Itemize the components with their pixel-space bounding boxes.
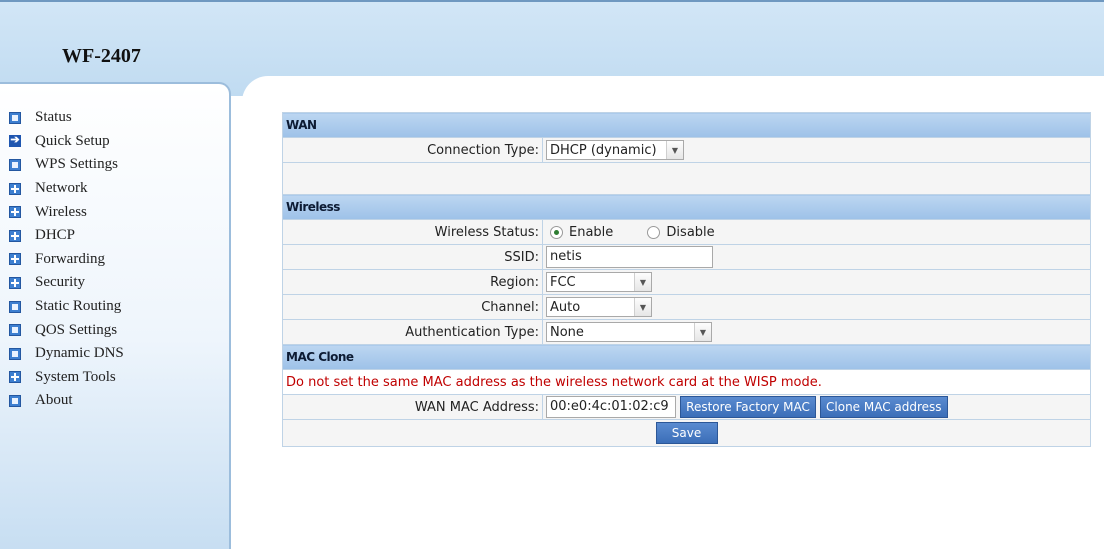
wan-mac-cell: 00:e0:4c:01:02:c9 Restore Factory MAC Cl… — [542, 394, 1091, 420]
section-title: MAC Clone — [282, 344, 1091, 370]
plus-icon — [9, 206, 21, 219]
authentication-select[interactable]: None ▼ — [546, 322, 712, 342]
sidebar-item-about[interactable]: About — [9, 389, 124, 413]
disable-radio[interactable] — [647, 225, 661, 239]
wireless-status-cell: Enable Disable — [542, 219, 1091, 245]
ssid-input[interactable]: netis — [546, 246, 713, 268]
square-icon — [9, 158, 21, 171]
sidebar-item-quick-setup[interactable]: ➔ Quick Setup — [9, 130, 124, 154]
sidebar-menu: Status ➔ Quick Setup WPS Settings Network… — [9, 106, 124, 413]
sidebar-item-label: Quick Setup — [35, 132, 110, 149]
mac-clone-warning-row: Do not set the same MAC address as the w… — [282, 369, 1091, 395]
region-cell: FCC ▼ — [542, 269, 1091, 295]
sidebar-item-label: QOS Settings — [35, 321, 118, 338]
spacer-row — [282, 162, 1091, 195]
channel-value: Auto — [550, 299, 581, 315]
authentication-value: None — [550, 324, 584, 340]
sidebar-item-static-routing[interactable]: Static Routing — [9, 295, 124, 319]
sidebar-item-label: Status — [35, 109, 72, 126]
sidebar-item-dhcp[interactable]: DHCP — [9, 224, 124, 248]
chevron-down-icon: ▼ — [666, 141, 683, 159]
channel-label: Channel: — [282, 294, 543, 320]
chevron-down-icon: ▼ — [634, 298, 651, 316]
sidebar-item-label: About — [35, 392, 73, 409]
sidebar-item-system-tools[interactable]: System Tools — [9, 366, 124, 390]
sidebar-item-wireless[interactable]: Wireless — [9, 200, 124, 224]
sidebar: Status ➔ Quick Setup WPS Settings Network… — [0, 82, 231, 549]
ssid-row: SSID: netis — [282, 244, 1091, 270]
square-icon — [9, 324, 21, 337]
sidebar-item-dynamic-dns[interactable]: Dynamic DNS — [9, 342, 124, 366]
plus-icon — [9, 371, 21, 384]
channel-cell: Auto ▼ — [542, 294, 1091, 320]
enable-radio[interactable] — [550, 225, 563, 239]
region-row: Region: FCC ▼ — [282, 269, 1091, 295]
wan-mac-input[interactable]: 00:e0:4c:01:02:c9 — [546, 396, 676, 418]
enable-label: Enable — [569, 224, 614, 240]
sidebar-item-label: Security — [35, 274, 85, 291]
sidebar-item-label: Dynamic DNS — [35, 345, 124, 362]
arrow-icon: ➔ — [9, 134, 21, 148]
sidebar-item-label: Forwarding — [35, 250, 105, 267]
authentication-row: Authentication Type: None ▼ — [282, 319, 1091, 345]
restore-factory-mac-button[interactable]: Restore Factory MAC — [680, 396, 816, 418]
sidebar-item-status[interactable]: Status — [9, 106, 124, 130]
region-select[interactable]: FCC ▼ — [546, 272, 652, 292]
clone-mac-button[interactable]: Clone MAC address — [820, 396, 948, 418]
sidebar-item-wps-settings[interactable]: WPS Settings — [9, 153, 124, 177]
chevron-down-icon: ▼ — [634, 273, 651, 291]
wireless-status-label: Wireless Status: — [282, 219, 543, 245]
connection-type-select[interactable]: DHCP (dynamic) ▼ — [546, 140, 684, 160]
sidebar-item-label: Network — [35, 180, 88, 197]
model-name: WF-2407 — [62, 45, 141, 67]
sidebar-item-security[interactable]: Security — [9, 271, 124, 295]
sidebar-item-forwarding[interactable]: Forwarding — [9, 248, 124, 272]
sidebar-item-qos-settings[interactable]: QOS Settings — [9, 318, 124, 342]
wireless-status-row: Wireless Status: Enable Disable — [282, 219, 1091, 245]
region-value: FCC — [550, 274, 576, 290]
wireless-section-header: Wireless — [282, 194, 1091, 220]
mac-clone-warning: Do not set the same MAC address as the w… — [282, 369, 1091, 395]
sidebar-item-network[interactable]: Network — [9, 177, 124, 201]
ssid-cell: netis — [542, 244, 1091, 270]
chevron-down-icon: ▼ — [694, 323, 711, 341]
disable-label: Disable — [666, 224, 715, 240]
sidebar-item-label: WPS Settings — [35, 156, 118, 173]
section-title: Wireless — [282, 194, 1091, 220]
plus-icon — [9, 253, 21, 266]
authentication-label: Authentication Type: — [282, 319, 543, 345]
wan-section-header: WAN — [282, 112, 1091, 138]
square-icon — [9, 111, 21, 124]
save-row: Save — [282, 419, 1091, 447]
authentication-cell: None ▼ — [542, 319, 1091, 345]
sidebar-item-label: DHCP — [35, 227, 76, 244]
square-icon — [9, 347, 21, 360]
quick-setup-form: WAN Connection Type: DHCP (dynamic) ▼ Wi… — [282, 112, 1091, 447]
square-icon — [9, 300, 21, 313]
plus-icon — [9, 229, 21, 242]
save-button[interactable]: Save — [655, 422, 718, 444]
content-panel: WAN Connection Type: DHCP (dynamic) ▼ Wi… — [242, 76, 1104, 549]
wan-mac-label: WAN MAC Address: — [282, 394, 543, 420]
plus-icon — [9, 276, 21, 289]
sidebar-item-label: Static Routing — [35, 298, 122, 315]
connection-type-label: Connection Type: — [282, 137, 543, 163]
square-icon — [9, 394, 21, 407]
channel-select[interactable]: Auto ▼ — [546, 297, 652, 317]
section-title: WAN — [282, 112, 1091, 138]
channel-row: Channel: Auto ▼ — [282, 294, 1091, 320]
plus-icon — [9, 182, 21, 195]
sidebar-item-label: System Tools — [35, 368, 116, 385]
wan-mac-row: WAN MAC Address: 00:e0:4c:01:02:c9 Resto… — [282, 394, 1091, 420]
connection-type-cell: DHCP (dynamic) ▼ — [542, 137, 1091, 163]
connection-type-row: Connection Type: DHCP (dynamic) ▼ — [282, 137, 1091, 163]
save-cell: Save — [282, 419, 1091, 447]
mac-clone-section-header: MAC Clone — [282, 344, 1091, 370]
sidebar-item-label: Wireless — [35, 203, 87, 220]
connection-type-value: DHCP (dynamic) — [550, 142, 657, 158]
region-label: Region: — [282, 269, 543, 295]
ssid-label: SSID: — [282, 244, 543, 270]
